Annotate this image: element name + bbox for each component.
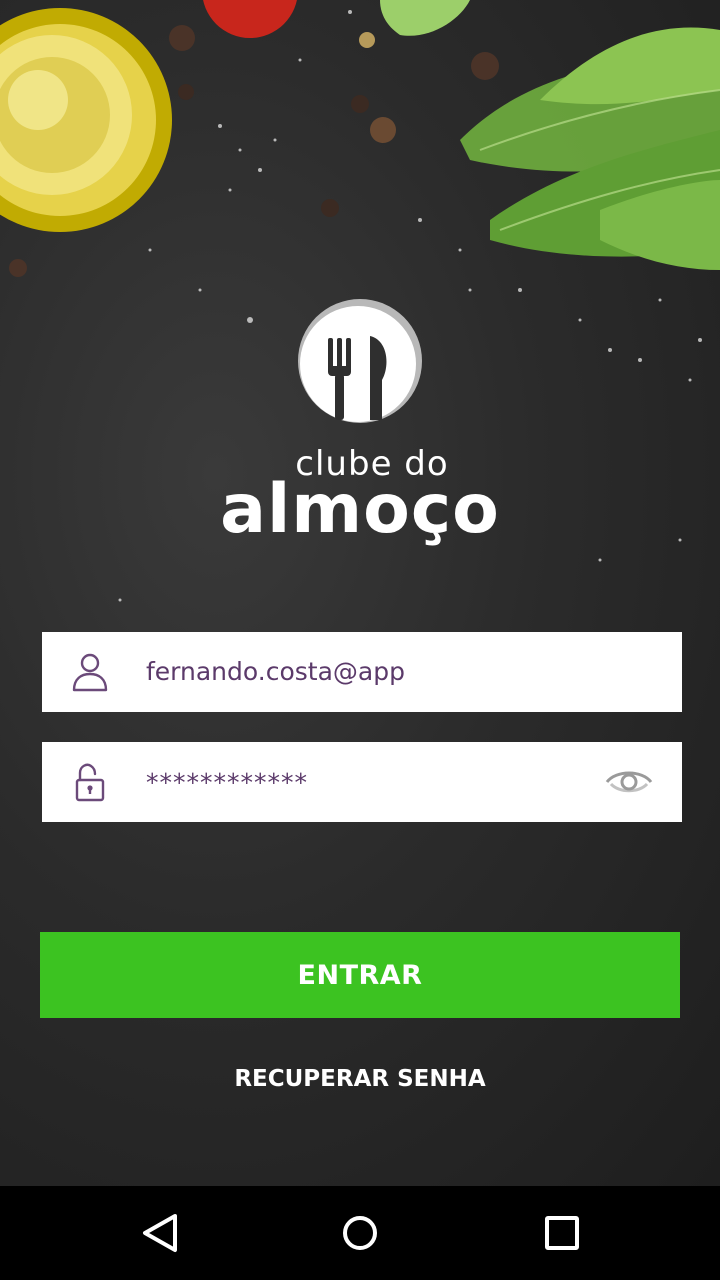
email-field[interactable] [42, 632, 682, 712]
unlock-icon [75, 763, 105, 802]
home-icon[interactable] [335, 1208, 385, 1258]
login-screen: clube do almoço ENTRAR RECUPERAR SENHA [0, 0, 720, 1186]
brand-logo: clube do almoço [0, 296, 720, 556]
back-icon[interactable] [135, 1208, 185, 1258]
brand-name: almoço [220, 470, 500, 549]
password-input[interactable] [146, 742, 586, 822]
eye-icon[interactable] [604, 764, 654, 800]
android-nav-bar [0, 1186, 720, 1280]
recent-apps-icon[interactable] [537, 1208, 587, 1258]
email-input[interactable] [146, 632, 586, 712]
password-field[interactable] [42, 742, 682, 822]
recover-password-link[interactable]: RECUPERAR SENHA [0, 1066, 720, 1092]
user-icon [72, 653, 108, 692]
fork-knife-icon [298, 299, 422, 423]
login-button[interactable]: ENTRAR [40, 932, 680, 1018]
